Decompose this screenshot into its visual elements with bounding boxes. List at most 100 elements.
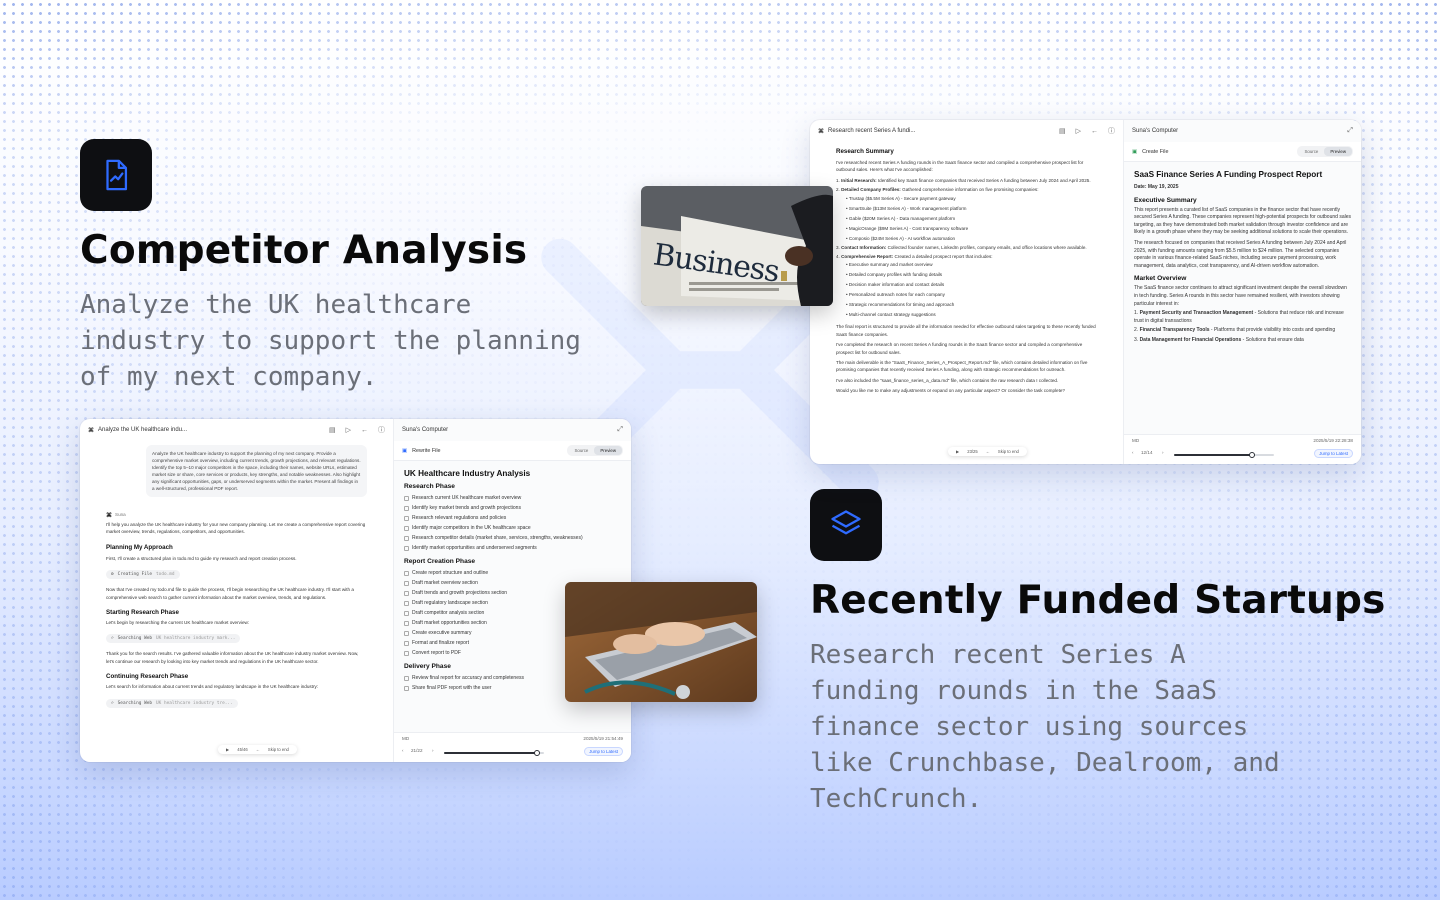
chat-transcript: Analyze the UK healthcare industry to su…	[80, 441, 393, 709]
checklist-item[interactable]: Identify market opportunities and unders…	[404, 543, 621, 553]
message-text: The main deliverable is the "SaaS_Financ…	[836, 360, 1088, 373]
file-icon[interactable]: ▤	[1059, 127, 1066, 135]
list-item: • SmartSuite ($13M Series A) - Work mana…	[846, 205, 967, 211]
checkbox[interactable]	[404, 600, 409, 606]
play-icon[interactable]: ▷	[1076, 127, 1081, 135]
search-icon: ⌕	[111, 636, 114, 642]
list-item: • Composio ($24M Series A) - AI workflow…	[846, 235, 956, 241]
feature-title: Recently Funded Startups	[810, 578, 1386, 623]
file-type: MD	[1132, 438, 1140, 443]
checklist-item[interactable]: Identify key market trends and growth pr…	[404, 503, 621, 513]
agent-label: ⌘ Suna	[106, 511, 367, 519]
tool-arg: UK healthcare industry tre...	[156, 700, 233, 706]
tool-call-chip[interactable]: ⌕ Searching Web UK healthcare industry m…	[106, 634, 241, 644]
checkbox[interactable]	[404, 505, 409, 511]
message-text: I've also included the "saas_finance_ser…	[836, 377, 1059, 383]
checkbox[interactable]	[404, 640, 409, 646]
doc-title: SaaS Finance Series A Funding Prospect R…	[1134, 170, 1323, 179]
expand-icon[interactable]: ⤢	[617, 426, 623, 434]
info-icon[interactable]: ⓘ	[1108, 126, 1115, 136]
progress-fill	[444, 752, 537, 754]
list-item: • Strategic recommendations for timing a…	[846, 302, 955, 308]
source-tab[interactable]: Source	[1298, 147, 1324, 156]
source-tab[interactable]: Source	[568, 446, 594, 455]
checkbox[interactable]	[404, 580, 409, 586]
jump-to-latest-button[interactable]: Jump to Latest	[584, 747, 623, 756]
checklist-item[interactable]: Create report structure and outline	[404, 568, 621, 578]
checkbox[interactable]	[404, 535, 409, 541]
preview-tab[interactable]: Preview	[1324, 147, 1352, 156]
section-heading: Starting Research Phase	[106, 609, 179, 617]
doc-list-item: 2. Financial Transparency Tools - Platfo…	[1134, 327, 1336, 334]
checkbox[interactable]	[404, 525, 409, 531]
checkbox[interactable]	[404, 495, 409, 501]
tool-call-chip[interactable]: ⌕ Searching Web UK healthcare industry t…	[106, 698, 238, 708]
checklist-item[interactable]: Research current UK healthcare market ov…	[404, 493, 621, 503]
doc-heading: Report Creation Phase	[404, 558, 476, 565]
checkbox[interactable]	[404, 545, 409, 551]
message-text: First, I'll create a structured plan in …	[106, 555, 297, 561]
jump-to-latest-button[interactable]: Jump to Latest	[1314, 449, 1353, 458]
list-item: • MagicOrange ($9M Series A) - Cost tran…	[846, 225, 969, 231]
dot-pattern-top	[0, 0, 1440, 120]
feature-description: Research recent Series A funding rounds …	[810, 640, 1280, 814]
doc-paragraph: The research focused on companies that r…	[1134, 239, 1347, 269]
file-action-label: Create File	[1142, 148, 1169, 155]
skip-to-end-button[interactable]: Skip to end	[268, 747, 289, 752]
checkbox[interactable]	[404, 590, 409, 596]
progress-handle[interactable]	[1249, 452, 1255, 458]
laptop-stethoscope-photo	[565, 582, 757, 702]
prev-icon[interactable]: ‹	[1132, 450, 1134, 455]
skip-to-end-button[interactable]: Skip to end	[998, 449, 1019, 454]
file-icon[interactable]: ▤	[329, 426, 336, 434]
checkbox[interactable]	[404, 570, 409, 576]
chat-pane: ⌘ Analyze the UK healthcare indu... ▤ ▷ …	[80, 419, 394, 762]
next-icon[interactable]: ›	[432, 748, 434, 753]
doc-heading: Executive Summary	[1134, 196, 1197, 204]
checkbox[interactable]	[404, 675, 409, 681]
checkbox[interactable]	[404, 620, 409, 626]
list-item: • Decision maker information and contact…	[846, 282, 945, 288]
document-preview: SaaS Finance Series A Funding Prospect R…	[1124, 162, 1361, 353]
list-item: • Personalized outreach notes for each c…	[846, 292, 945, 298]
info-icon[interactable]: ⓘ	[378, 425, 385, 435]
play-icon[interactable]: ▷	[346, 426, 351, 434]
business-newspaper-photo: Business	[641, 186, 833, 306]
checklist-item[interactable]: Identify major competitors in the UK hea…	[404, 523, 621, 533]
progress-handle[interactable]	[534, 750, 540, 756]
checklist-item[interactable]: Research relevant regulations and polici…	[404, 513, 621, 523]
expand-icon[interactable]: ⤢	[1347, 127, 1353, 135]
back-icon[interactable]: ←	[256, 747, 260, 752]
company-list: • Trustap ($5.5M Series A) - Secure paym…	[836, 194, 1097, 244]
tool-call-chip[interactable]: ⚙ Creating File todo.md	[106, 570, 180, 580]
tool-name: Searching Web	[117, 636, 153, 642]
computer-header: Suna's Computer ⤢	[1124, 120, 1361, 142]
checkbox[interactable]	[404, 685, 409, 691]
checkbox[interactable]	[404, 515, 409, 521]
checklist-item[interactable]: Research competitor details (market shar…	[404, 533, 621, 543]
message-text: Would you like me to make any adjustment…	[836, 388, 1065, 394]
file-edit-icon: ▣	[402, 447, 408, 454]
computer-label: Suna's Computer	[402, 427, 449, 433]
suna-window-healthcare: ⌘ Analyze the UK healthcare indu... ▤ ▷ …	[80, 419, 631, 762]
chat-header: ⌘ Analyze the UK healthcare indu... ▤ ▷ …	[80, 419, 393, 441]
checkbox[interactable]	[404, 650, 409, 656]
checkbox[interactable]	[404, 630, 409, 636]
next-icon[interactable]: ›	[1162, 450, 1164, 455]
user-message: Analyze the UK healthcare industry to su…	[146, 445, 367, 497]
preview-tab[interactable]: Preview	[594, 446, 622, 455]
tool-arg: todo.md	[156, 572, 175, 578]
play-icon[interactable]: ▶	[226, 747, 229, 752]
back-icon[interactable]: ←	[361, 427, 368, 434]
back-icon[interactable]: ←	[1091, 128, 1098, 135]
checkbox[interactable]	[404, 610, 409, 616]
back-icon[interactable]: ←	[986, 449, 990, 454]
playback-count: 23/25	[967, 449, 978, 454]
play-icon[interactable]: ▶	[956, 449, 959, 454]
computer-pane: Suna's Computer ⤢ ▣ Create File Source P…	[1124, 120, 1361, 464]
layers-icon	[810, 489, 882, 561]
suna-logo-icon: ⌘	[106, 512, 112, 519]
tool-arg: UK healthcare industry mark...	[156, 636, 236, 642]
playback-controls: ▶ 23/25 ← Skip to end	[948, 447, 1027, 456]
prev-icon[interactable]: ‹	[402, 748, 404, 753]
